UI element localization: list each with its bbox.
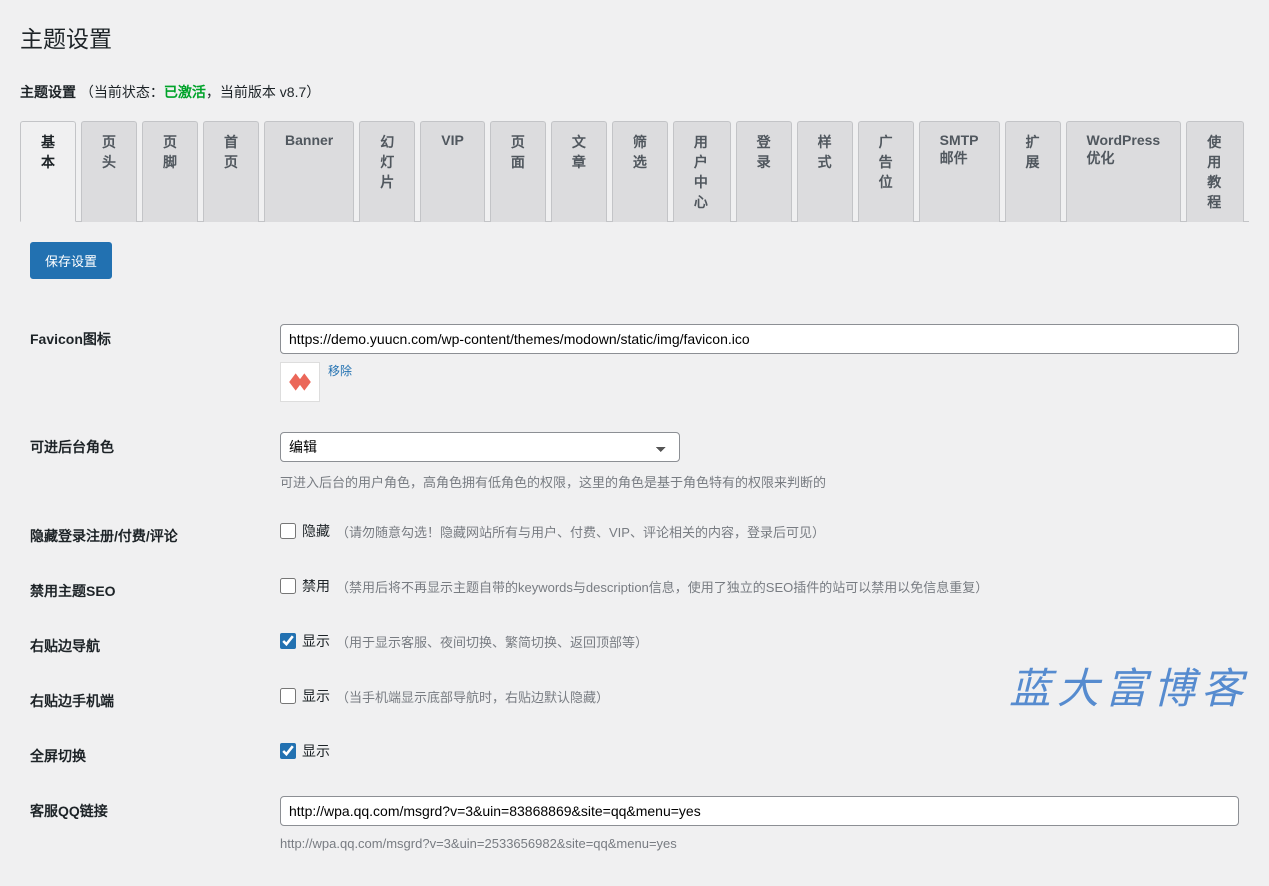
- right-nav-mobile-hint: （当手机端显示底部导航时，右贴边默认隐藏）: [336, 687, 609, 706]
- right-nav-label: 右贴边导航: [20, 616, 270, 671]
- status-prefix: （当前状态：: [80, 84, 164, 100]
- backend-role-label: 可进后台角色: [20, 417, 270, 506]
- tab-7[interactable]: 页面: [490, 121, 546, 222]
- tab-6[interactable]: VIP: [420, 121, 485, 222]
- fullscreen-label: 全屏切换: [20, 726, 270, 781]
- tab-2[interactable]: 页脚: [142, 121, 198, 222]
- fullscreen-checkbox[interactable]: [280, 743, 296, 759]
- tab-0[interactable]: 基本: [20, 121, 76, 222]
- right-nav-checkbox-label: 显示: [302, 631, 330, 651]
- tab-4[interactable]: Banner: [264, 121, 354, 222]
- fullscreen-checkbox-label: 显示: [302, 741, 330, 761]
- status-value: 已激活: [164, 84, 206, 100]
- disable-seo-hint: （禁用后将不再显示主题自带的keywords与description信息，使用了…: [336, 577, 988, 596]
- right-nav-mobile-label: 右贴边手机端: [20, 671, 270, 726]
- backend-role-select[interactable]: 编辑: [280, 432, 680, 462]
- right-nav-checkbox[interactable]: [280, 633, 296, 649]
- tab-12[interactable]: 样式: [797, 121, 853, 222]
- favicon-input[interactable]: [280, 324, 1239, 354]
- tab-10[interactable]: 用户中心: [673, 121, 731, 222]
- favicon-icon: [287, 369, 313, 395]
- disable-seo-label: 禁用主题SEO: [20, 561, 270, 616]
- tab-16[interactable]: WordPress优化: [1066, 121, 1182, 222]
- qq-link-input[interactable]: [280, 796, 1239, 826]
- favicon-remove-link[interactable]: 移除: [328, 362, 352, 379]
- tab-8[interactable]: 文章: [551, 121, 607, 222]
- backend-role-desc: 可进入后台的用户角色，高角色拥有低角色的权限，这里的角色是基于角色特有的权限来判…: [280, 472, 1239, 491]
- right-nav-hint: （用于显示客服、夜间切换、繁简切换、返回顶部等）: [336, 632, 648, 651]
- save-button[interactable]: 保存设置: [30, 242, 112, 279]
- page-title: 主题设置: [20, 20, 1249, 54]
- tab-3[interactable]: 首页: [203, 121, 259, 222]
- tab-17[interactable]: 使用教程: [1186, 121, 1244, 222]
- tab-5[interactable]: 幻灯片: [359, 121, 415, 222]
- tab-15[interactable]: 扩展: [1005, 121, 1061, 222]
- tab-14[interactable]: SMTP邮件: [919, 121, 1000, 222]
- tab-11[interactable]: 登录: [736, 121, 792, 222]
- settings-form: Favicon图标 移除 可进后台角色 编辑 可进入后台的用户角色，高角色拥有低…: [20, 309, 1249, 866]
- tabs: 基本页头页脚首页Banner幻灯片VIP页面文章筛选用户中心登录样式广告位SMT…: [20, 120, 1249, 222]
- tab-13[interactable]: 广告位: [858, 121, 914, 222]
- tab-1[interactable]: 页头: [81, 121, 137, 222]
- favicon-label: Favicon图标: [20, 309, 270, 417]
- disable-seo-checkbox[interactable]: [280, 578, 296, 594]
- right-nav-mobile-checkbox[interactable]: [280, 688, 296, 704]
- hide-login-checkbox[interactable]: [280, 523, 296, 539]
- disable-seo-checkbox-label: 禁用: [302, 576, 330, 596]
- qq-link-label: 客服QQ链接: [20, 781, 270, 866]
- hide-login-hint: （请勿随意勾选！隐藏网站所有与用户、付费、VIP、评论相关的内容，登录后可见）: [336, 522, 825, 541]
- qq-link-desc: http://wpa.qq.com/msgrd?v=3&uin=25336569…: [280, 836, 1239, 851]
- hide-login-label: 隐藏登录注册/付费/评论: [20, 506, 270, 561]
- tab-9[interactable]: 筛选: [612, 121, 668, 222]
- subtitle: 主题设置 （当前状态：已激活，当前版本 v8.7）: [20, 82, 1249, 102]
- version-text: ，当前版本 v8.7）: [206, 84, 320, 100]
- favicon-preview: [280, 362, 320, 402]
- right-nav-mobile-checkbox-label: 显示: [302, 686, 330, 706]
- subtitle-label: 主题设置: [20, 84, 76, 100]
- hide-login-checkbox-label: 隐藏: [302, 521, 330, 541]
